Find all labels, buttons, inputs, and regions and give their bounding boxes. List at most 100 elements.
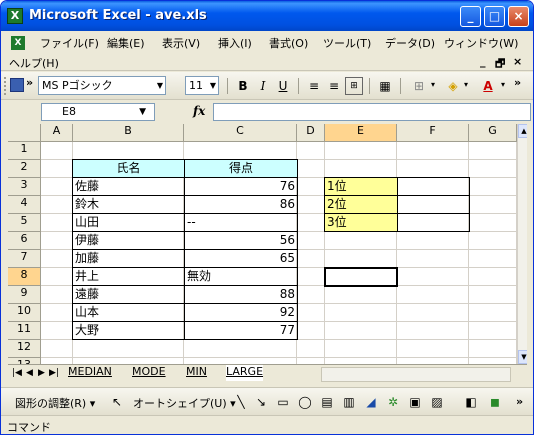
formula-input[interactable] (213, 103, 531, 121)
menu-window[interactable]: ウィンドウ(W) (444, 35, 518, 51)
save-icon[interactable] (10, 78, 24, 92)
score-cell[interactable]: 77 (184, 321, 298, 340)
picture-icon[interactable]: ▨ (429, 394, 445, 410)
doc-minimize-button[interactable]: _ (480, 55, 486, 68)
row-header-5[interactable]: 5 (8, 214, 41, 232)
row-header-12[interactable]: 12 (8, 340, 41, 358)
align-center-icon[interactable]: ≡ (325, 77, 343, 95)
menu-edit[interactable]: 編集(E) (107, 35, 145, 51)
draw-adjust-menu[interactable]: 図形の調整(R) ▾ (15, 395, 95, 411)
grid-cell[interactable] (41, 322, 73, 340)
grid-cell[interactable] (73, 142, 184, 160)
toolbar-grip[interactable] (4, 77, 7, 95)
row-header-4[interactable]: 4 (8, 196, 41, 214)
shadow-icon[interactable]: ◧ (463, 394, 479, 410)
grid-cell[interactable] (297, 196, 325, 214)
sheet-tab-median[interactable]: MEDIAN (68, 365, 112, 381)
grid-cell[interactable] (469, 250, 517, 268)
currency-icon[interactable]: ▦ (376, 77, 394, 95)
cell-f5-result[interactable] (397, 213, 470, 232)
select-arrow-icon[interactable]: ↖ (109, 394, 125, 410)
row-header-9[interactable]: 9 (8, 286, 41, 304)
score-cell[interactable]: 76 (184, 177, 298, 196)
name-box[interactable]: E8 ▼ (41, 103, 155, 121)
row-header-2[interactable]: 2 (8, 160, 41, 178)
fill-color-icon[interactable]: ◈ (444, 77, 462, 95)
align-left-icon[interactable]: ≡ (305, 77, 323, 95)
grid-cell[interactable] (297, 160, 325, 178)
grid-cell[interactable] (297, 178, 325, 196)
textbox-icon[interactable]: ▤ (319, 394, 335, 410)
grid-cell[interactable] (41, 142, 73, 160)
name-cell[interactable]: 鈴木 (72, 195, 185, 214)
name-cell[interactable]: 大野 (72, 321, 185, 340)
chevron-down-icon[interactable]: ▾ (501, 80, 505, 89)
score-cell[interactable]: 92 (184, 303, 298, 322)
menu-data[interactable]: データ(D) (385, 35, 435, 51)
title-bar[interactable]: X Microsoft Excel - ave.xls _ □ × (1, 1, 533, 31)
column-header-d[interactable]: D (297, 124, 325, 142)
cell-e3-rank[interactable]: 1位 (324, 177, 398, 196)
grid-cell[interactable] (41, 232, 73, 250)
arrow-icon[interactable]: ↘ (253, 394, 269, 410)
name-cell[interactable]: 加藤 (72, 249, 185, 268)
cell-e4-rank[interactable]: 2位 (324, 195, 398, 214)
chevron-down-icon[interactable]: ▾ (464, 80, 468, 89)
name-cell[interactable]: 伊藤 (72, 231, 185, 250)
grid-cell[interactable] (297, 322, 325, 340)
scroll-up-icon[interactable]: ▲ (518, 124, 527, 138)
menu-view[interactable]: 表示(V) (162, 35, 200, 51)
grid-cell[interactable] (325, 232, 397, 250)
toolbar-overflow-chevron[interactable]: » (516, 395, 523, 408)
name-cell[interactable]: 山田 (72, 213, 185, 232)
grid-cell[interactable] (469, 160, 517, 178)
scroll-down-icon[interactable]: ▼ (518, 350, 527, 364)
row-header-10[interactable]: 10 (8, 304, 41, 322)
grid-cell[interactable] (41, 196, 73, 214)
sheet-tab-mode[interactable]: MODE (132, 365, 166, 381)
grid-cell[interactable] (41, 178, 73, 196)
next-sheet-icon[interactable]: ▶ (38, 368, 45, 378)
grid-cell[interactable] (41, 214, 73, 232)
grid-cell[interactable] (469, 196, 517, 214)
grid-cell[interactable] (325, 322, 397, 340)
grid-cell[interactable] (469, 214, 517, 232)
document-icon[interactable]: X (11, 36, 25, 50)
menu-file[interactable]: ファイル(F) (40, 35, 99, 51)
toolbar-overflow-chevron[interactable]: » (26, 76, 33, 89)
score-cell[interactable]: 65 (184, 249, 298, 268)
grid-cell[interactable] (469, 304, 517, 322)
autoshape-menu[interactable]: オートシェイプ(U) ▾ (133, 395, 236, 411)
first-sheet-icon[interactable]: |◀ (12, 368, 22, 378)
menu-insert[interactable]: 挿入(I) (218, 35, 252, 51)
row-header-7[interactable]: 7 (8, 250, 41, 268)
name-cell[interactable]: 山本 (72, 303, 185, 322)
worksheet-grid[interactable]: A B C D E F G 1 2 3 4 5 6 7 8 9 10 11 12… (8, 124, 527, 364)
row-header-6[interactable]: 6 (8, 232, 41, 250)
wordart-icon[interactable]: ◢ (363, 394, 379, 410)
grid-cell[interactable] (297, 286, 325, 304)
grid-cell[interactable] (469, 322, 517, 340)
close-button[interactable]: × (508, 6, 529, 27)
grid-cell[interactable] (325, 142, 397, 160)
menu-format[interactable]: 書式(O) (269, 35, 308, 51)
row-header-8[interactable]: 8 (8, 268, 41, 286)
cell-c2-header[interactable]: 得点 (184, 159, 298, 178)
bold-button[interactable]: B (234, 77, 252, 95)
grid-cell[interactable] (73, 340, 184, 358)
prev-sheet-icon[interactable]: ◀ (26, 368, 33, 378)
cell-f4-result[interactable] (397, 195, 470, 214)
grid-cell[interactable] (325, 160, 397, 178)
grid-cell[interactable] (397, 250, 469, 268)
column-header-a[interactable]: A (41, 124, 73, 142)
sheet-tab-large[interactable]: LARGE (226, 365, 264, 381)
toolbar-overflow-chevron[interactable]: » (514, 76, 521, 89)
font-name-select[interactable]: MS Pゴシック ▼ (38, 76, 166, 95)
select-all-corner[interactable] (8, 124, 41, 142)
vertical-textbox-icon[interactable]: ▥ (341, 394, 357, 410)
grid-cell[interactable] (325, 250, 397, 268)
score-cell[interactable]: 無効 (184, 267, 298, 286)
grid-cell[interactable] (397, 340, 469, 358)
3d-icon[interactable]: ◼ (487, 394, 503, 410)
column-header-f[interactable]: F (397, 124, 469, 142)
